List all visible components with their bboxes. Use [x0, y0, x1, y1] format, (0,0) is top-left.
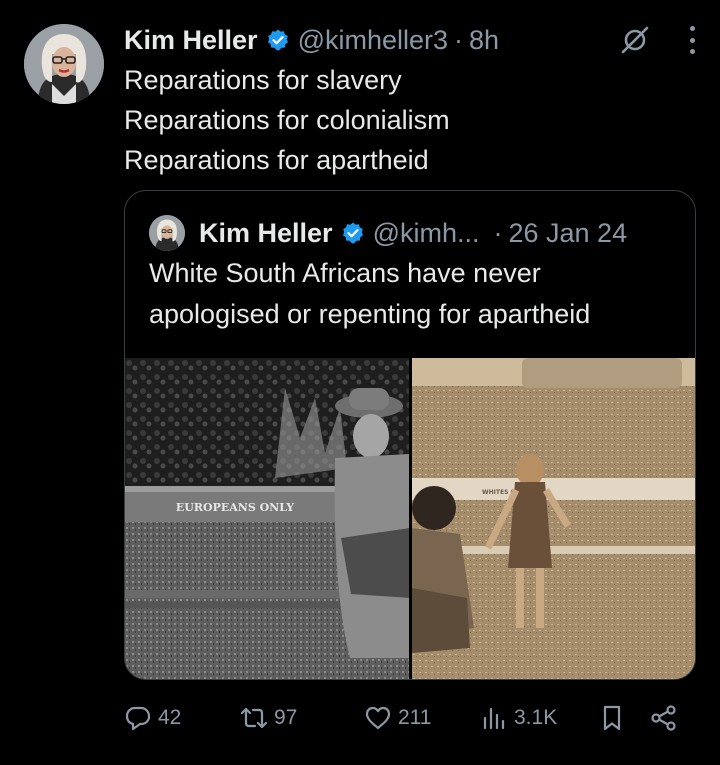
quote-author-handle[interactable]: @kimh...	[373, 218, 480, 249]
separator: ·	[493, 217, 503, 248]
quote-line: White South Africans have never	[149, 258, 541, 288]
author-avatar[interactable]	[24, 24, 104, 104]
views-icon	[483, 707, 505, 730]
tweet-text: Reparations for slavery Reparations for …	[124, 60, 450, 180]
repost-count: 97	[274, 706, 298, 729]
like-count: 211	[398, 706, 432, 729]
separator: ·	[454, 24, 464, 55]
quote-author-avatar[interactable]	[149, 215, 185, 251]
quote-line: apologised or repenting for apartheid	[149, 299, 591, 329]
repost-icon	[240, 707, 268, 729]
reply-button[interactable]: 42	[124, 700, 181, 736]
like-button[interactable]: 211	[364, 700, 431, 736]
quote-header: Kim Heller @kimh... · 26 Jan 24	[149, 213, 627, 253]
reply-icon	[125, 706, 151, 731]
quoted-tweet[interactable]: Kim Heller @kimh... · 26 Jan 24 White So…	[124, 190, 696, 680]
bookmark-button[interactable]	[598, 700, 626, 736]
grok-icon[interactable]	[618, 23, 652, 57]
quote-text: White South Africans have never apologis…	[149, 253, 590, 335]
tweet-time[interactable]: 8h	[469, 25, 499, 56]
tweet-line: Reparations for colonialism	[124, 105, 450, 135]
tweet-header: Kim Heller @kimheller3 · 8h	[124, 22, 700, 58]
share-icon	[651, 705, 676, 731]
verified-badge-icon	[342, 222, 363, 244]
tweet-line: Reparations for slavery	[124, 65, 402, 95]
author-handle[interactable]: @kimheller3	[298, 25, 448, 56]
author-name[interactable]: Kim Heller	[124, 25, 258, 56]
more-icon[interactable]	[688, 26, 696, 54]
views-button[interactable]: 3.1K	[480, 700, 557, 736]
like-icon	[365, 706, 391, 730]
photo-bench[interactable]: EUROPEANS ONLY	[125, 358, 409, 679]
tweet-line: Reparations for apartheid	[124, 145, 429, 175]
sign-text: EUROPEANS ONLY	[176, 501, 294, 514]
quote-media[interactable]: EUROPEANS ONLY WHITES ONLY	[125, 358, 695, 679]
repost-button[interactable]: 97	[240, 700, 297, 736]
photo-children[interactable]: WHITES ONLY	[411, 358, 695, 679]
tweet-actions: 42 97 211 3.1K	[124, 700, 686, 736]
views-count: 3.1K	[514, 706, 558, 729]
verified-badge-icon	[267, 29, 288, 51]
quote-author-name[interactable]: Kim Heller	[199, 218, 333, 249]
share-button[interactable]	[650, 700, 678, 736]
reply-count: 42	[158, 706, 182, 729]
bookmark-icon	[603, 705, 621, 731]
quote-date: 26 Jan 24	[508, 217, 628, 248]
